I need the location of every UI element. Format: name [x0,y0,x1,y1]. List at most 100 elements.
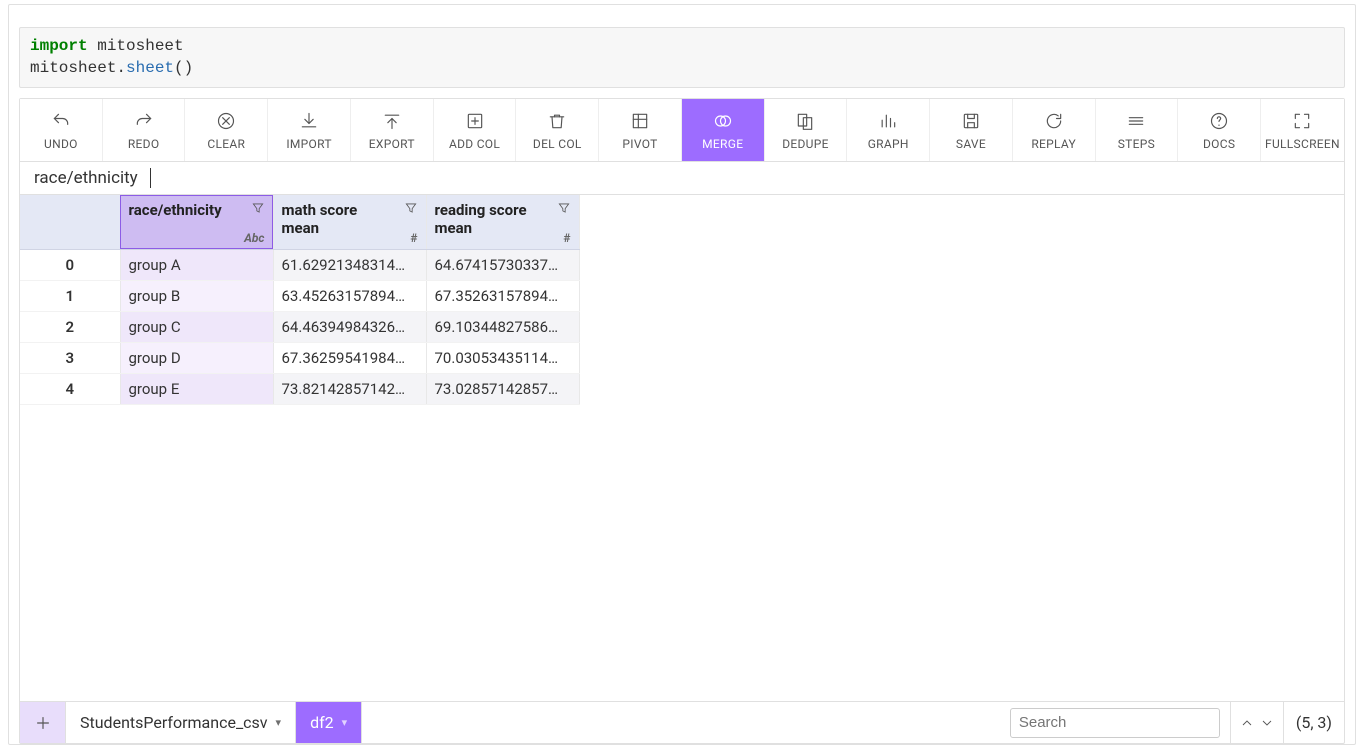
add-sheet-button[interactable] [20,702,66,743]
chevron-up-icon[interactable] [1239,715,1255,731]
chevron-down-icon[interactable] [1259,715,1275,731]
cell[interactable]: group D [120,342,273,373]
clear-icon [216,111,236,131]
formula-bar-value: race/ethnicity [34,168,138,188]
column-header[interactable]: race/ethnicity Abc [120,195,273,249]
toolbar-merge[interactable]: MERGE [682,99,765,161]
merge-icon [713,111,733,131]
toolbar-graph-label: GRAPH [868,137,909,151]
toolbar-undo[interactable]: UNDO [20,99,103,161]
toolbar-export[interactable]: EXPORT [351,99,434,161]
undo-icon [51,111,71,131]
toolbar-merge-label: MERGE [702,137,743,151]
code-keyword: import [30,37,88,55]
toolbar-save-label: SAVE [956,137,986,151]
toolbar-redo-label: REDO [128,137,160,151]
toolbar-pivot-label: PIVOT [622,137,657,151]
toolbar-pivot[interactable]: PIVOT [599,99,682,161]
table-row: 0group A61.62921348314…64.67415730337… [20,249,579,280]
cell[interactable]: group C [120,311,273,342]
toolbar-graph[interactable]: GRAPH [847,99,930,161]
code-line2-suffix: () [174,59,193,77]
row-index[interactable]: 0 [20,249,120,280]
add-col-icon [465,111,485,131]
cell[interactable]: 61.62921348314… [273,249,426,280]
toolbar-fullscreen-label: FULLSCREEN [1265,137,1340,151]
grid[interactable]: race/ethnicity Abc math score mean#reading… [20,195,1344,701]
graph-icon [878,111,898,131]
toolbar-steps[interactable]: STEPS [1096,99,1179,161]
fullscreen-icon [1292,111,1312,131]
export-icon [382,111,402,131]
cell[interactable]: group E [120,373,273,404]
column-name: race/ethnicity [129,201,239,219]
code-line2-call: sheet [126,59,174,77]
row-index[interactable]: 4 [20,373,120,404]
plus-icon [33,713,53,733]
toolbar-del-col[interactable]: DEL COL [516,99,599,161]
chevron-down-icon[interactable]: ▾ [276,716,282,729]
import-icon [299,111,319,131]
cursor [150,168,151,188]
cell[interactable]: 73.82142857142… [273,373,426,404]
column-header[interactable]: reading score mean# [426,195,579,249]
toolbar-clear-label: CLEAR [207,137,245,151]
toolbar-replay[interactable]: REPLAY [1013,99,1096,161]
toolbar-redo[interactable]: REDO [103,99,186,161]
chevron-down-icon[interactable]: ▾ [342,716,348,729]
type-icon: Abc [244,231,264,245]
row-index[interactable]: 2 [20,311,120,342]
toolbar-undo-label: UNDO [44,137,78,151]
table-row: 4group E73.82142857142…73.02857142857… [20,373,579,404]
toolbar-export-label: EXPORT [369,137,415,151]
toolbar-fullscreen[interactable]: FULLSCREEN [1261,99,1344,161]
code-module: mitosheet [97,37,183,55]
cell[interactable]: 67.36259541984… [273,342,426,373]
toolbar-add-col[interactable]: ADD COL [434,99,517,161]
table-row: 1group B63.45263157894…67.35263157894… [20,280,579,311]
redo-icon [134,111,154,131]
cell[interactable]: 67.35263157894… [426,280,579,311]
toolbar-save[interactable]: SAVE [930,99,1013,161]
bottom-bar: StudentsPerformance_csv▾df2▾ (5, 3) [20,701,1344,743]
toolbar-clear[interactable]: CLEAR [185,99,268,161]
toolbar-add-col-label: ADD COL [449,137,500,151]
cell[interactable]: 64.67415730337… [426,249,579,280]
cell[interactable]: 64.46394984326… [273,311,426,342]
filter-icon[interactable] [557,201,571,219]
filter-icon[interactable] [404,201,418,219]
cell[interactable]: 73.02857142857… [426,373,579,404]
cell[interactable]: group B [120,280,273,311]
toolbar-import[interactable]: IMPORT [268,99,351,161]
sheet-tab[interactable]: StudentsPerformance_csv▾ [66,702,296,743]
toolbar-docs[interactable]: DOCS [1178,99,1261,161]
search-input[interactable] [1010,708,1220,738]
dedupe-icon [795,111,815,131]
del-col-icon [547,111,567,131]
mito-sheet: UNDO REDO CLEAR IMPORT EXPORT ADD COL DEL COL P… [19,98,1345,744]
toolbar: UNDO REDO CLEAR IMPORT EXPORT ADD COL DEL COL P… [20,99,1344,162]
sheet-tab[interactable]: df2 ▾ [296,702,362,743]
search-nav [1230,702,1283,743]
row-index[interactable]: 1 [20,280,120,311]
type-icon: # [563,231,570,245]
column-header[interactable]: math score mean# [273,195,426,249]
steps-icon [1126,111,1146,131]
code-cell[interactable]: import mitosheet mitosheet.sheet() [19,27,1345,88]
type-icon: # [410,231,417,245]
toolbar-dedupe[interactable]: DEDUPE [765,99,848,161]
toolbar-import-label: IMPORT [286,137,331,151]
formula-bar[interactable]: race/ethnicity [20,162,1344,195]
toolbar-docs-label: DOCS [1203,137,1235,151]
filter-icon[interactable] [251,201,265,219]
cell[interactable]: 63.45263157894… [273,280,426,311]
row-index[interactable]: 3 [20,342,120,373]
sheet-tab-label: df2 [310,713,334,732]
cell[interactable]: 70.03053435114… [426,342,579,373]
replay-icon [1044,111,1064,131]
docs-icon [1209,111,1229,131]
cell[interactable]: 69.10344827586… [426,311,579,342]
cell[interactable]: group A [120,249,273,280]
toolbar-steps-label: STEPS [1118,137,1155,151]
toolbar-del-col-label: DEL COL [533,137,582,151]
